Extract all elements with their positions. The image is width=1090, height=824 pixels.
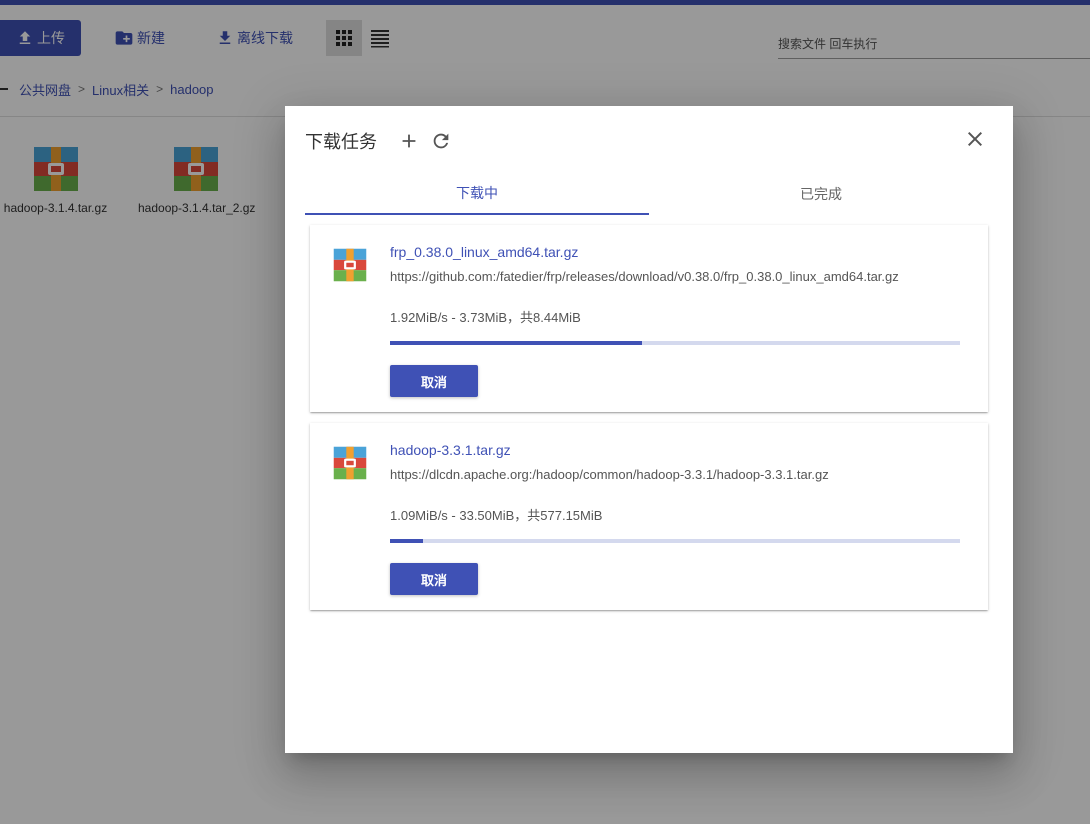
dialog-title: 下载任务 (305, 132, 377, 152)
task-progress-bar (390, 341, 960, 345)
add-icon[interactable] (398, 130, 420, 152)
task-file-name[interactable]: hadoop-3.3.1.tar.gz (390, 442, 511, 458)
cancel-button[interactable]: 取消 (390, 365, 478, 397)
archive-icon (333, 248, 367, 282)
task-file-name[interactable]: frp_0.38.0_linux_amd64.tar.gz (390, 244, 578, 260)
archive-icon (333, 446, 367, 480)
tab-completed[interactable]: 已完成 (649, 172, 993, 215)
tab-downloading[interactable]: 下载中 (305, 172, 649, 215)
close-icon[interactable] (963, 127, 987, 151)
task-progress-fill (390, 341, 642, 345)
download-tasks-dialog: 下载任务 下载中 已完成 frp_0.38.0_linux_amd64.tar.… (285, 106, 1013, 753)
task-list: frp_0.38.0_linux_amd64.tar.gz https://gi… (310, 225, 988, 621)
refresh-icon[interactable] (430, 130, 452, 152)
cancel-button[interactable]: 取消 (390, 563, 478, 595)
task-speed-stats: 1.92MiB/s - 3.73MiB，共8.44MiB (390, 310, 581, 325)
download-task-card: hadoop-3.3.1.tar.gz https://dlcdn.apache… (310, 423, 988, 610)
task-speed-stats: 1.09MiB/s - 33.50MiB，共577.15MiB (390, 508, 603, 523)
download-task-card: frp_0.38.0_linux_amd64.tar.gz https://gi… (310, 225, 988, 412)
task-progress-bar (390, 539, 960, 543)
task-progress-fill (390, 539, 424, 543)
task-source-url: https://dlcdn.apache.org:/hadoop/common/… (390, 467, 829, 482)
dialog-tabs: 下载中 已完成 (305, 172, 993, 215)
task-source-url: https://github.com:/fatedier/frp/release… (390, 269, 899, 284)
